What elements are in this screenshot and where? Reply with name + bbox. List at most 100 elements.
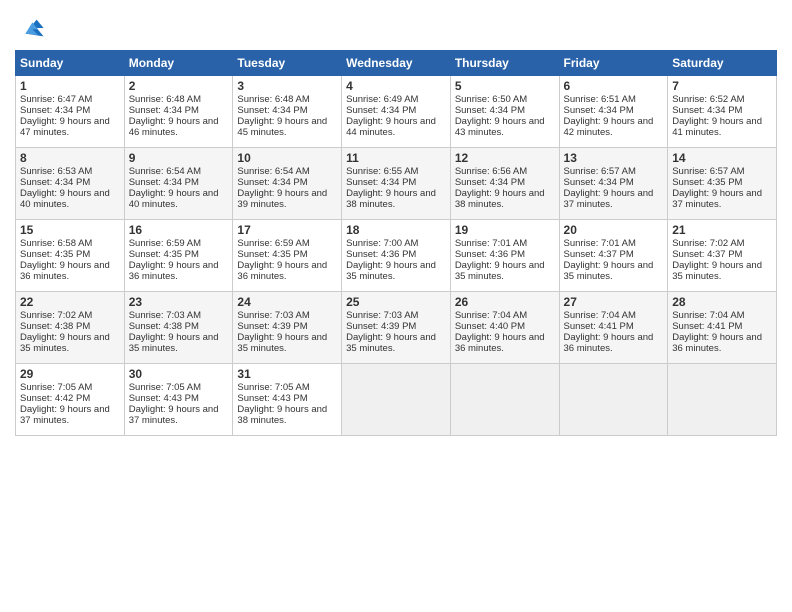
daylight: Daylight: 9 hours and 41 minutes. <box>672 116 762 138</box>
day-number: 22 <box>20 295 120 309</box>
sunset: Sunset: 4:39 PM <box>346 321 416 332</box>
sunset: Sunset: 4:34 PM <box>455 105 525 116</box>
col-header-friday: Friday <box>559 51 668 76</box>
day-cell <box>342 364 451 436</box>
day-number: 1 <box>20 79 120 93</box>
day-number: 21 <box>672 223 772 237</box>
day-cell: 15Sunrise: 6:58 AMSunset: 4:35 PMDayligh… <box>16 220 125 292</box>
day-cell: 21Sunrise: 7:02 AMSunset: 4:37 PMDayligh… <box>668 220 777 292</box>
daylight: Daylight: 9 hours and 44 minutes. <box>346 116 436 138</box>
day-cell: 13Sunrise: 6:57 AMSunset: 4:34 PMDayligh… <box>559 148 668 220</box>
sunset: Sunset: 4:34 PM <box>672 105 742 116</box>
logo-icon <box>17 14 45 42</box>
sunset: Sunset: 4:35 PM <box>20 249 90 260</box>
sunrise: Sunrise: 6:57 AM <box>564 166 636 177</box>
day-cell: 4Sunrise: 6:49 AMSunset: 4:34 PMDaylight… <box>342 76 451 148</box>
sunrise: Sunrise: 7:04 AM <box>455 310 527 321</box>
col-header-wednesday: Wednesday <box>342 51 451 76</box>
header <box>15 10 777 42</box>
day-number: 15 <box>20 223 120 237</box>
day-cell: 27Sunrise: 7:04 AMSunset: 4:41 PMDayligh… <box>559 292 668 364</box>
day-cell: 23Sunrise: 7:03 AMSunset: 4:38 PMDayligh… <box>124 292 233 364</box>
day-cell: 10Sunrise: 6:54 AMSunset: 4:34 PMDayligh… <box>233 148 342 220</box>
sunrise: Sunrise: 7:03 AM <box>346 310 418 321</box>
sunset: Sunset: 4:38 PM <box>20 321 90 332</box>
day-number: 12 <box>455 151 555 165</box>
day-cell: 26Sunrise: 7:04 AMSunset: 4:40 PMDayligh… <box>450 292 559 364</box>
sunrise: Sunrise: 6:48 AM <box>129 94 201 105</box>
sunrise: Sunrise: 7:00 AM <box>346 238 418 249</box>
daylight: Daylight: 9 hours and 36 minutes. <box>564 332 654 354</box>
daylight: Daylight: 9 hours and 38 minutes. <box>237 404 327 426</box>
sunrise: Sunrise: 7:04 AM <box>564 310 636 321</box>
sunset: Sunset: 4:34 PM <box>20 177 90 188</box>
col-header-saturday: Saturday <box>668 51 777 76</box>
day-cell: 31Sunrise: 7:05 AMSunset: 4:43 PMDayligh… <box>233 364 342 436</box>
day-number: 14 <box>672 151 772 165</box>
sunrise: Sunrise: 6:52 AM <box>672 94 744 105</box>
daylight: Daylight: 9 hours and 46 minutes. <box>129 116 219 138</box>
day-number: 17 <box>237 223 337 237</box>
sunrise: Sunrise: 7:05 AM <box>237 382 309 393</box>
day-number: 30 <box>129 367 229 381</box>
calendar-table: SundayMondayTuesdayWednesdayThursdayFrid… <box>15 50 777 436</box>
sunset: Sunset: 4:36 PM <box>455 249 525 260</box>
sunrise: Sunrise: 6:48 AM <box>237 94 309 105</box>
daylight: Daylight: 9 hours and 35 minutes. <box>346 260 436 282</box>
day-number: 10 <box>237 151 337 165</box>
day-number: 5 <box>455 79 555 93</box>
week-row-5: 29Sunrise: 7:05 AMSunset: 4:42 PMDayligh… <box>16 364 777 436</box>
daylight: Daylight: 9 hours and 37 minutes. <box>672 188 762 210</box>
day-cell <box>559 364 668 436</box>
sunrise: Sunrise: 7:05 AM <box>129 382 201 393</box>
daylight: Daylight: 9 hours and 36 minutes. <box>237 260 327 282</box>
day-cell: 18Sunrise: 7:00 AMSunset: 4:36 PMDayligh… <box>342 220 451 292</box>
sunrise: Sunrise: 6:55 AM <box>346 166 418 177</box>
sunrise: Sunrise: 6:50 AM <box>455 94 527 105</box>
sunrise: Sunrise: 6:56 AM <box>455 166 527 177</box>
sunset: Sunset: 4:34 PM <box>564 105 634 116</box>
day-number: 29 <box>20 367 120 381</box>
day-cell: 2Sunrise: 6:48 AMSunset: 4:34 PMDaylight… <box>124 76 233 148</box>
day-cell: 3Sunrise: 6:48 AMSunset: 4:34 PMDaylight… <box>233 76 342 148</box>
sunset: Sunset: 4:34 PM <box>237 177 307 188</box>
sunrise: Sunrise: 6:51 AM <box>564 94 636 105</box>
sunrise: Sunrise: 7:03 AM <box>237 310 309 321</box>
sunset: Sunset: 4:34 PM <box>455 177 525 188</box>
week-row-1: 1Sunrise: 6:47 AMSunset: 4:34 PMDaylight… <box>16 76 777 148</box>
daylight: Daylight: 9 hours and 38 minutes. <box>455 188 545 210</box>
day-cell: 6Sunrise: 6:51 AMSunset: 4:34 PMDaylight… <box>559 76 668 148</box>
day-number: 4 <box>346 79 446 93</box>
sunset: Sunset: 4:35 PM <box>237 249 307 260</box>
sunset: Sunset: 4:42 PM <box>20 393 90 404</box>
sunset: Sunset: 4:43 PM <box>237 393 307 404</box>
day-number: 25 <box>346 295 446 309</box>
daylight: Daylight: 9 hours and 37 minutes. <box>564 188 654 210</box>
day-number: 31 <box>237 367 337 381</box>
logo <box>15 14 45 42</box>
day-number: 7 <box>672 79 772 93</box>
col-header-monday: Monday <box>124 51 233 76</box>
day-cell: 30Sunrise: 7:05 AMSunset: 4:43 PMDayligh… <box>124 364 233 436</box>
daylight: Daylight: 9 hours and 35 minutes. <box>237 332 327 354</box>
daylight: Daylight: 9 hours and 45 minutes. <box>237 116 327 138</box>
day-cell <box>668 364 777 436</box>
daylight: Daylight: 9 hours and 36 minutes. <box>20 260 110 282</box>
sunset: Sunset: 4:34 PM <box>129 177 199 188</box>
sunset: Sunset: 4:34 PM <box>346 177 416 188</box>
day-number: 26 <box>455 295 555 309</box>
daylight: Daylight: 9 hours and 39 minutes. <box>237 188 327 210</box>
daylight: Daylight: 9 hours and 36 minutes. <box>672 332 762 354</box>
sunset: Sunset: 4:38 PM <box>129 321 199 332</box>
day-cell <box>450 364 559 436</box>
daylight: Daylight: 9 hours and 37 minutes. <box>20 404 110 426</box>
daylight: Daylight: 9 hours and 40 minutes. <box>20 188 110 210</box>
sunrise: Sunrise: 7:02 AM <box>20 310 92 321</box>
week-row-2: 8Sunrise: 6:53 AMSunset: 4:34 PMDaylight… <box>16 148 777 220</box>
sunrise: Sunrise: 6:53 AM <box>20 166 92 177</box>
sunrise: Sunrise: 7:01 AM <box>564 238 636 249</box>
day-cell: 28Sunrise: 7:04 AMSunset: 4:41 PMDayligh… <box>668 292 777 364</box>
day-cell: 19Sunrise: 7:01 AMSunset: 4:36 PMDayligh… <box>450 220 559 292</box>
day-cell: 7Sunrise: 6:52 AMSunset: 4:34 PMDaylight… <box>668 76 777 148</box>
daylight: Daylight: 9 hours and 40 minutes. <box>129 188 219 210</box>
